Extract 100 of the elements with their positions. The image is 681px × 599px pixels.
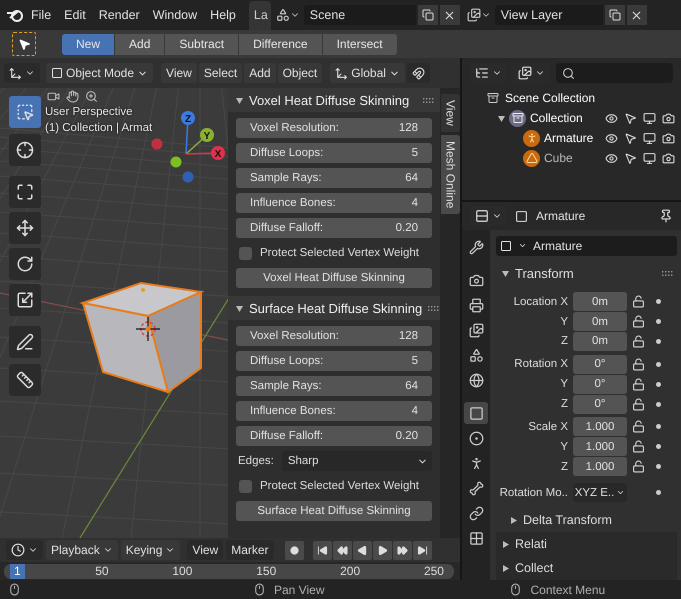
lock-icon[interactable] xyxy=(632,295,645,308)
hand-icon[interactable] xyxy=(66,90,79,103)
zoom-icon[interactable] xyxy=(85,90,98,103)
menu-item[interactable]: Window xyxy=(146,5,204,25)
close-button[interactable] xyxy=(626,5,647,25)
outliner-item[interactable]: Scene Collection xyxy=(505,91,681,105)
action-button[interactable]: Surface Heat Diffuse Skinning xyxy=(236,501,432,521)
number-field[interactable]: Diffuse Loops: 5 xyxy=(236,351,432,371)
keyframe-dot[interactable] xyxy=(656,319,660,324)
keyframe-dot[interactable] xyxy=(656,299,660,304)
panel-header[interactable]: Surface Heat Diffuse Skinning xyxy=(228,296,440,320)
lock-icon[interactable] xyxy=(632,420,645,434)
search-field[interactable] xyxy=(556,63,673,83)
tool-button[interactable] xyxy=(9,248,41,280)
value-field[interactable]: 1.000 xyxy=(573,417,627,436)
monitor-icon[interactable] xyxy=(643,112,656,124)
rewind-button[interactable] xyxy=(332,540,352,560)
tool-button[interactable] xyxy=(9,176,41,208)
menu-item[interactable]: Add xyxy=(244,63,276,83)
menu-item[interactable]: Object xyxy=(278,63,322,83)
disclosure-triangle-icon[interactable] xyxy=(236,96,243,104)
copy-button[interactable] xyxy=(418,5,438,25)
mode-button[interactable]: Difference xyxy=(239,34,322,54)
select-tool-icon[interactable] xyxy=(12,32,36,56)
expand-triangle-icon[interactable] xyxy=(498,114,505,122)
axis-dot[interactable] xyxy=(152,138,162,150)
eye-icon[interactable] xyxy=(605,152,618,164)
current-frame[interactable]: 1 xyxy=(10,564,25,578)
disclosure-triangle-icon[interactable] xyxy=(236,304,243,312)
close-button[interactable] xyxy=(440,5,460,25)
mode-button[interactable]: Add xyxy=(115,34,164,54)
axis-dot[interactable] xyxy=(211,146,225,160)
workspace-tab[interactable]: La xyxy=(248,1,271,30)
lock-icon[interactable] xyxy=(632,460,645,474)
grip-icon[interactable] xyxy=(428,306,440,310)
jump-end-button[interactable] xyxy=(412,540,432,560)
panel-header[interactable]: Transform xyxy=(496,262,677,286)
number-field[interactable]: Sample Rays: 64 xyxy=(236,376,432,396)
menu-item[interactable]: Keying xyxy=(120,540,180,560)
checkbox[interactable] xyxy=(239,480,252,492)
tool-button[interactable] xyxy=(9,284,41,316)
fast-forward-button[interactable] xyxy=(392,540,412,560)
axis-dot[interactable] xyxy=(170,156,182,168)
number-field[interactable]: Influence Bones: 4 xyxy=(236,193,432,213)
tool-button[interactable] xyxy=(9,134,41,166)
camera-icon[interactable] xyxy=(662,132,675,144)
app-logo[interactable] xyxy=(6,7,24,23)
camera-icon[interactable] xyxy=(47,90,60,103)
axis-gizmo-drawing[interactable]: Z Y X xyxy=(151,110,225,184)
pointer-icon[interactable] xyxy=(624,112,637,124)
axis-dot[interactable] xyxy=(200,128,214,142)
eye-icon[interactable] xyxy=(605,132,618,144)
value-field[interactable]: 0° xyxy=(573,394,627,414)
disclosure-triangle-icon[interactable] xyxy=(502,540,509,548)
axis-dot[interactable] xyxy=(181,111,195,125)
outliner-item[interactable]: Armature xyxy=(544,131,601,145)
pointer-icon[interactable] xyxy=(624,152,637,164)
grip-icon[interactable] xyxy=(662,271,673,276)
mode-button[interactable]: Subtract xyxy=(165,34,238,54)
number-field[interactable]: Diffuse Loops: 5 xyxy=(236,143,432,163)
value-field[interactable]: 1.000 xyxy=(573,457,627,476)
menu-item[interactable]: Help xyxy=(204,5,242,25)
mode-button[interactable]: New xyxy=(62,34,114,54)
panel-header[interactable]: Delta Transform xyxy=(496,508,677,532)
mode-button[interactable]: Intersect xyxy=(322,34,397,54)
camera-icon[interactable] xyxy=(662,112,675,124)
value-field[interactable]: 0° xyxy=(573,374,627,394)
number-field[interactable]: Voxel Resolution: 128 xyxy=(236,326,432,346)
keyframe-dot[interactable] xyxy=(656,444,660,450)
keyframe-dot[interactable] xyxy=(656,490,660,496)
edges-dropdown[interactable]: Sharp xyxy=(282,451,432,471)
menu-item[interactable]: Select xyxy=(198,63,242,83)
lock-icon[interactable] xyxy=(632,378,645,391)
menu-item[interactable]: Playback xyxy=(46,540,118,560)
pointer-icon[interactable] xyxy=(624,132,637,144)
monitor-icon[interactable] xyxy=(643,152,656,164)
eye-icon[interactable] xyxy=(605,112,618,124)
menu-item[interactable]: Marker xyxy=(226,540,274,560)
view-layer-field[interactable]: View Layer xyxy=(494,5,603,25)
tool-button[interactable] xyxy=(9,212,41,244)
play-reverse-button[interactable] xyxy=(352,540,372,560)
properties-tab[interactable] xyxy=(464,402,488,424)
jump-start-button[interactable] xyxy=(312,540,332,560)
value-field[interactable]: 0m xyxy=(573,292,627,312)
disclosure-triangle-icon[interactable] xyxy=(510,516,517,524)
menu-item[interactable]: File xyxy=(25,5,58,25)
keyframe-dot[interactable] xyxy=(656,424,660,430)
record-button[interactable] xyxy=(284,540,304,560)
axis-dot[interactable] xyxy=(182,172,194,182)
keyframe-dot[interactable] xyxy=(656,362,660,367)
keyframe-dot[interactable] xyxy=(656,402,660,407)
outliner-item[interactable]: Collection xyxy=(530,111,601,125)
play-button[interactable] xyxy=(372,540,392,560)
rotation-mode-dropdown[interactable]: XYZ E.. xyxy=(573,483,627,502)
editor-type-button[interactable] xyxy=(4,63,40,83)
keyframe-dot[interactable] xyxy=(656,464,660,470)
lock-icon[interactable] xyxy=(632,334,645,348)
value-field[interactable]: 0m xyxy=(573,332,627,351)
menu-item[interactable]: Edit xyxy=(58,5,92,25)
sidebar-tab[interactable]: Mesh Online xyxy=(441,134,460,214)
